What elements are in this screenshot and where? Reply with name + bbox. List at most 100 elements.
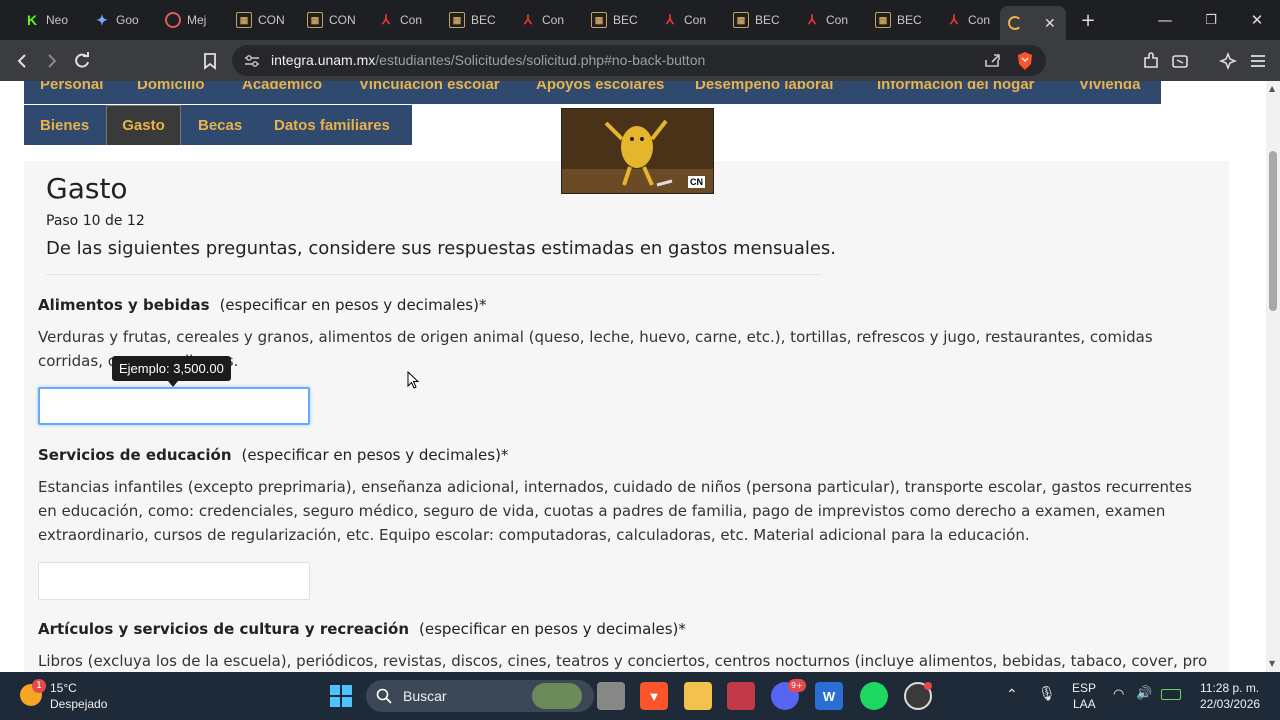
tab-bienes[interactable]: Bienes (40, 105, 89, 145)
snipping-tool-icon[interactable] (727, 682, 755, 710)
browser-tab[interactable]: ⅄ Con (938, 6, 1004, 34)
spotify-icon[interactable] (860, 682, 888, 710)
recording-dot (924, 682, 932, 690)
question-note: (especificar en pesos y decimales)* (219, 296, 487, 314)
share-icon[interactable] (984, 52, 1002, 72)
loading-spinner-icon (1008, 16, 1022, 30)
tooltip-arrow (168, 381, 178, 387)
tray-overflow-icon[interactable]: ⌃ (1006, 686, 1018, 703)
tab-title: BEC (755, 13, 780, 27)
browser-tab[interactable]: ▦ BEC (583, 6, 649, 34)
scroll-thumb[interactable] (1269, 151, 1277, 311)
search-highlight-image (532, 683, 582, 709)
tab-title: CON (258, 13, 285, 27)
browser-tab[interactable]: K Neo (16, 6, 82, 34)
clock-date[interactable]: 22/03/2026 (1200, 697, 1260, 711)
scroll-up-arrow-icon[interactable]: ▲ (1269, 84, 1275, 93)
site-info-icon[interactable] (244, 53, 260, 72)
browser-tab[interactable]: ⅄ Con (796, 6, 862, 34)
alimentos-input[interactable] (38, 387, 310, 425)
clock-time[interactable]: 11:28 p. m. (1200, 681, 1259, 695)
brave-shield-icon[interactable] (1016, 51, 1034, 75)
browser-tab[interactable]: ▦ CON (299, 6, 365, 34)
question-desc-cultura: Libros (excluya los de la escuela), peri… (38, 652, 1208, 670)
tab-domicilio[interactable]: Domicilio (137, 81, 205, 93)
tab-academico[interactable]: Académico (242, 81, 322, 93)
browser-tab[interactable]: ▦ CON (228, 6, 294, 34)
tab-title: Con (684, 13, 707, 27)
pdf-icon: ⅄ (808, 12, 816, 27)
taskbar-search[interactable]: Buscar (366, 680, 594, 712)
close-window-button[interactable]: ✕ (1245, 8, 1269, 32)
tab-informacion-hogar[interactable]: Información del hogar (877, 81, 1035, 93)
extensions-icon[interactable] (1139, 49, 1163, 73)
tab-apoyos-escolares[interactable]: Apoyos escolares (536, 81, 664, 93)
question-label-cultura: Artículos y servicios de cultura y recre… (38, 620, 686, 638)
pdf-icon: ⅄ (382, 12, 390, 27)
tab-personal[interactable]: Personal (40, 81, 103, 93)
question-label-alimentos: Alimentos y bebidas (especificar en pesos… (38, 296, 486, 314)
cartoon-network-logo: CN (688, 176, 705, 188)
tab-title: Neo (46, 13, 69, 27)
tab-gasto[interactable]: Gasto (106, 105, 181, 145)
browser-tab[interactable]: ✦ Goo (86, 6, 152, 34)
search-placeholder: Buscar (403, 688, 447, 704)
word-icon[interactable]: W (815, 682, 843, 710)
browser-tab[interactable]: ▦ BEC (441, 6, 507, 34)
tab-desempeno-laboral[interactable]: Desempeño laboral (695, 81, 833, 93)
browser-tab[interactable]: ⅄ Con (512, 6, 578, 34)
menu-icon[interactable] (1246, 49, 1270, 73)
unam-icon: ▦ (733, 12, 749, 28)
unam-icon: ▦ (449, 12, 465, 28)
pdf-icon: ⅄ (524, 12, 532, 27)
tab-vinculacion-escolar[interactable]: Vinculación escolar (359, 81, 500, 93)
educacion-input[interactable] (38, 562, 310, 600)
bookmark-icon[interactable] (198, 49, 222, 73)
question-note: (especificar en pesos y decimales)* (241, 446, 509, 464)
microphone-icon[interactable]: 🎙 (1038, 685, 1056, 702)
pdf-icon: ⅄ (666, 12, 674, 27)
browser-tab[interactable]: ▦ BEC (725, 6, 791, 34)
wifi-icon[interactable]: ◠ (1113, 686, 1124, 702)
language-top[interactable]: ESP (1072, 681, 1096, 695)
tab-datos-familiares[interactable]: Datos familiares (274, 105, 390, 145)
browser-tab[interactable]: ⅄ Con (654, 6, 720, 34)
start-button[interactable] (327, 682, 355, 710)
wallet-icon[interactable] (1168, 49, 1192, 73)
tab-becas[interactable]: Becas (198, 105, 242, 145)
close-tab-icon[interactable]: ✕ (1044, 15, 1056, 32)
brave-browser-icon[interactable]: ▼ (640, 682, 668, 710)
gemini-icon: ✦ (96, 11, 108, 28)
kick-icon: K (26, 12, 38, 28)
battery-icon[interactable] (1161, 689, 1181, 700)
scroll-down-arrow-icon[interactable]: ▼ (1269, 659, 1275, 668)
language-bottom[interactable]: LAA (1073, 697, 1096, 711)
question-label-educacion: Servicios de educación (especificar en pe… (38, 446, 508, 464)
question-note: (especificar en pesos y decimales)* (419, 620, 686, 638)
tab-loading[interactable]: ✕ (1000, 6, 1066, 40)
tab-title: BEC (471, 13, 496, 27)
browser-tab[interactable]: ▦ BEC (867, 6, 933, 34)
back-button[interactable] (10, 49, 34, 73)
unam-icon: ▦ (307, 12, 323, 28)
leo-ai-icon[interactable] (1216, 49, 1240, 73)
new-tab-button[interactable]: + (1076, 8, 1100, 32)
task-view-icon[interactable] (597, 682, 625, 710)
pip-video[interactable]: CN (561, 108, 714, 194)
browser-tab[interactable]: ⅄ Con (370, 6, 436, 34)
discord-badge: 9+ (788, 679, 806, 692)
example-tooltip: Ejemplo: 3,500.00 (112, 356, 231, 381)
tab-vivienda[interactable]: Vivienda (1079, 81, 1140, 93)
minimize-button[interactable]: — (1153, 8, 1177, 32)
volume-icon[interactable]: 🔊 (1136, 685, 1152, 701)
url-domain: integra.unam.mx (271, 52, 376, 68)
forward-button[interactable] (40, 49, 64, 73)
weather-temp: 15°C (50, 681, 77, 695)
step-indicator: Paso 10 de 12 (46, 213, 145, 229)
restore-button[interactable]: ❐ (1199, 8, 1223, 32)
browser-tab[interactable]: Mej (157, 6, 223, 34)
file-explorer-icon[interactable] (684, 682, 712, 710)
page-scrollbar[interactable]: ▲ ▼ (1266, 81, 1280, 672)
address-bar[interactable]: integra.unam.mx/estudiantes/Solicitudes/… (232, 45, 1046, 76)
reload-button[interactable] (70, 49, 94, 73)
